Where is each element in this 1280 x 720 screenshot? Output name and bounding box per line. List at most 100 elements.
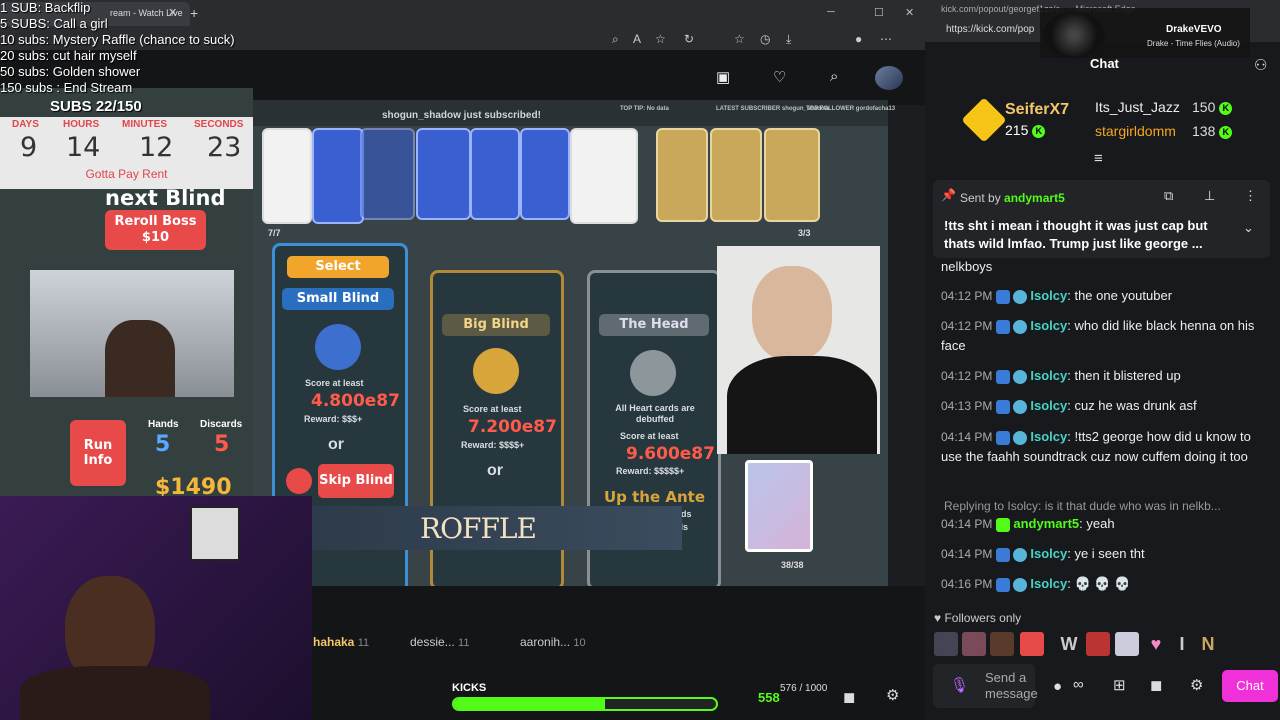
music-title: DrakeVEVO: [1166, 24, 1222, 35]
boss-blind-reward: Reward: $$$$$+: [616, 466, 685, 476]
gifter-1[interactable]: hahaka 11: [313, 635, 369, 649]
emote[interactable]: I: [1170, 632, 1194, 656]
joker-card: [470, 128, 520, 220]
emote[interactable]: [962, 632, 986, 656]
channel-avatar[interactable]: [875, 66, 903, 90]
zoom-icon[interactable]: ⌕: [612, 32, 619, 47]
goal-line: 20 subs: cut hair myself: [0, 48, 137, 63]
read-aloud-icon[interactable]: A: [633, 32, 641, 46]
emote[interactable]: [1115, 632, 1139, 656]
chevron-down-icon[interactable]: ⌄: [1243, 220, 1254, 236]
chat-input-placeholder[interactable]: Send a message: [985, 670, 1045, 702]
follow-heart-icon[interactable]: ♡: [773, 68, 786, 86]
emote[interactable]: ♥: [1144, 632, 1168, 656]
kick-icon[interactable]: ◼: [1150, 676, 1162, 694]
chat-message: 04:12 PM Isolcy: who did like black henna…: [941, 318, 1255, 353]
minimize-icon[interactable]: ─: [827, 6, 835, 18]
download-icon[interactable]: ⤓: [786, 32, 791, 47]
boss-blind-desc: All Heart cards are debuffed: [615, 403, 695, 424]
select-button[interactable]: Select: [287, 256, 389, 278]
more-vertical-icon[interactable]: ⋮: [1244, 188, 1257, 204]
more-icon[interactable]: ⋯: [880, 32, 892, 46]
chat-message: 04:14 PM Isolcy: ye i seen tht: [941, 546, 1145, 562]
reroll-boss-button[interactable]: Reroll Boss $10: [105, 210, 206, 250]
pinned-text-line2: thats wild lmfao. Trump just like george…: [944, 236, 1203, 251]
favorites-icon[interactable]: ☆: [734, 32, 745, 46]
chat-url[interactable]: https://kick.com/pop: [946, 24, 1034, 35]
gifter-name: aaronih...: [520, 635, 571, 649]
gifter-2-name[interactable]: Its_Just_Jazz: [1095, 99, 1180, 115]
search-icon[interactable]: ⌕: [830, 68, 838, 85]
pinned-text-line1: !tts sht i mean i thought it was just ca…: [944, 218, 1208, 233]
skip-blind-button[interactable]: Skip Blind: [318, 464, 394, 498]
deck-count: 38/38: [781, 560, 804, 570]
refresh-icon[interactable]: ↻: [684, 32, 694, 46]
gifter-3-count: 138 K: [1192, 123, 1233, 139]
emote[interactable]: [934, 632, 958, 656]
joker-card: [416, 128, 471, 220]
timer-footer: Gotta Pay Rent: [85, 167, 168, 181]
boss-blind-label: The Head: [599, 314, 709, 336]
emote-bar: W ♥ I N: [934, 632, 1224, 658]
settings-gear-icon[interactable]: ⚙: [886, 686, 899, 704]
boss-blind-score: 9.600e87: [626, 444, 715, 464]
gifter-count: 10: [573, 637, 586, 649]
unpin-icon[interactable]: ⊥: [1204, 188, 1215, 204]
boss-blind-chip: [630, 350, 676, 396]
users-icon[interactable]: ⚇: [1254, 56, 1267, 74]
followers-only-notice: ♥ Followers only: [934, 611, 1022, 625]
microphone-icon[interactable]: 🎙: [950, 676, 969, 694]
chat-title: Chat: [1090, 56, 1119, 71]
profile-icon[interactable]: ●: [855, 32, 862, 46]
pin-icon: 📌: [941, 188, 956, 202]
subathon-timer: DAYS HOURS MINUTES SECONDS 9 14 12 23 Go…: [0, 117, 253, 189]
emote-picker-icon[interactable]: ●: [1053, 678, 1062, 695]
heart-icon: ♥: [934, 611, 942, 625]
timer-days: 9: [20, 132, 38, 163]
sub-alert: shogun_shadow just subscribed!: [382, 110, 541, 121]
clip-icon[interactable]: ▣: [716, 68, 730, 86]
gifter-name: dessie...: [410, 635, 455, 649]
run-info-button[interactable]: Run Info: [70, 420, 126, 486]
small-blind-score: 4.800e87: [311, 391, 400, 411]
top-follower: TOP FOLLOWER gordofacha13: [806, 106, 896, 112]
emote[interactable]: N: [1196, 632, 1220, 656]
chat-settings-icon[interactable]: ⚙: [1190, 676, 1203, 694]
chat-message: 04:13 PM Isolcy: cuz he was drunk asf: [941, 398, 1197, 414]
up-the-ante: Up the Ante: [604, 488, 706, 506]
gifter-3-name[interactable]: stargirldomm: [1095, 123, 1176, 139]
collapse-icon[interactable]: ≡: [1094, 150, 1103, 167]
pinned-sender: Sent by andymart5: [960, 191, 1065, 205]
goal-line: 5 SUBS: Call a girl: [0, 16, 108, 31]
timer-seconds: 23: [207, 132, 242, 163]
hands-value: 5: [155, 432, 171, 457]
joker-card: [360, 128, 415, 220]
window-close-icon[interactable]: ✕: [905, 6, 914, 19]
hands-label: Hands: [148, 419, 179, 430]
webcam-left: [30, 270, 234, 397]
timer-label-hours: HOURS: [63, 119, 100, 130]
timer-label-seconds: SECONDS: [194, 119, 244, 130]
copy-icon[interactable]: ⧉: [1164, 188, 1173, 204]
infinity-icon[interactable]: ∞: [1073, 676, 1084, 693]
emote[interactable]: [1020, 632, 1044, 656]
emote[interactable]: W: [1057, 632, 1081, 656]
favorite-star-icon[interactable]: ☆: [655, 32, 666, 46]
send-chat-button[interactable]: Chat: [1222, 670, 1278, 702]
kick-logo-icon[interactable]: ◼: [843, 688, 855, 706]
goal-line: 150 subs : End Stream: [0, 80, 133, 95]
discards-label: Discards: [200, 419, 243, 430]
maximize-icon[interactable]: ☐: [874, 6, 884, 19]
emote[interactable]: [990, 632, 1014, 656]
joker-card: [312, 128, 364, 224]
gift-icon[interactable]: ⊞: [1113, 676, 1126, 694]
tarot-card: [656, 128, 708, 222]
chat-line: nelkboys: [941, 259, 993, 274]
gifter-3[interactable]: aaronih... 10: [520, 635, 586, 649]
history-icon[interactable]: ◷: [760, 32, 770, 46]
top-gifter-name[interactable]: SeiferX7: [1005, 101, 1069, 119]
or-label: or: [328, 436, 344, 453]
emote[interactable]: [1086, 632, 1110, 656]
chat-message: 04:14 PM Isolcy: !tts2 george how did u k…: [941, 429, 1251, 464]
gifter-2[interactable]: dessie... 11: [410, 635, 469, 649]
